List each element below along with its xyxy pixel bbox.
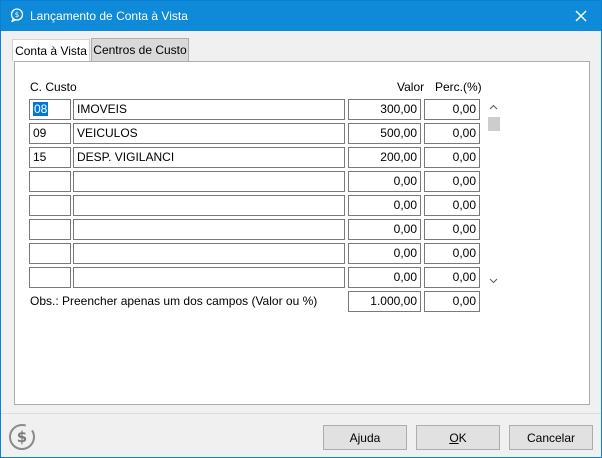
row-7-name[interactable] — [73, 243, 345, 264]
svg-text:$: $ — [17, 428, 27, 446]
selected-text: 08 — [33, 102, 49, 116]
svg-text:$: $ — [15, 11, 19, 19]
row-1-perc[interactable]: 0,00 — [424, 99, 480, 120]
row-8-code[interactable] — [29, 267, 71, 288]
row-1-code[interactable]: 08 — [29, 99, 71, 120]
ok-button[interactable]: OK — [416, 425, 500, 450]
scroll-down-button[interactable] — [486, 273, 501, 288]
tab-conta-a-vista[interactable]: Conta à Vista — [12, 39, 90, 61]
row-5-perc[interactable]: 0,00 — [424, 195, 480, 216]
header-valor: Valor — [397, 80, 425, 94]
row-8-perc[interactable]: 0,00 — [424, 267, 480, 288]
cancel-button[interactable]: Cancelar — [509, 425, 593, 450]
row-4-name[interactable] — [73, 171, 345, 192]
title-bar[interactable]: $ Lançamento de Conta à Vista — [1, 1, 601, 31]
row-2-name[interactable]: VEICULOS — [73, 123, 345, 144]
row-3-valor[interactable]: 200,00 — [348, 147, 421, 168]
row-3-perc[interactable]: 0,00 — [424, 147, 480, 168]
help-button[interactable]: Ajuda — [323, 425, 407, 450]
header-c-custo: C. Custo — [30, 80, 77, 94]
row-6-valor[interactable]: 0,00 — [348, 219, 421, 240]
row-5-valor[interactable]: 0,00 — [348, 195, 421, 216]
footer-separator — [1, 413, 601, 414]
chevron-up-icon — [489, 104, 498, 109]
close-icon — [575, 10, 587, 22]
scroll-up-button[interactable] — [486, 99, 501, 114]
window-title: Lançamento de Conta à Vista — [30, 9, 188, 23]
row-6-name[interactable] — [73, 219, 345, 240]
row-2-perc[interactable]: 0,00 — [424, 123, 480, 144]
row-7-perc[interactable]: 0,00 — [424, 243, 480, 264]
row-6-perc[interactable]: 0,00 — [424, 219, 480, 240]
ok-label-rest: K — [458, 430, 467, 445]
row-4-code[interactable] — [29, 171, 71, 192]
dialog-window: $ Lançamento de Conta à Vista Conta à Vi… — [0, 0, 602, 458]
close-button[interactable] — [561, 1, 601, 31]
grid-scrollbar[interactable] — [486, 99, 501, 288]
total-perc: 0,00 — [424, 291, 480, 312]
scroll-thumb[interactable] — [488, 117, 500, 131]
dollar-coin-icon: $ — [9, 424, 35, 450]
row-2-valor[interactable]: 500,00 — [348, 123, 421, 144]
header-perc: Perc.(%) — [435, 80, 482, 94]
total-valor: 1.000,00 — [348, 291, 421, 312]
row-7-code[interactable] — [29, 243, 71, 264]
row-5-name[interactable] — [73, 195, 345, 216]
row-4-valor[interactable]: 0,00 — [348, 171, 421, 192]
row-8-valor[interactable]: 0,00 — [348, 267, 421, 288]
obs-note: Obs.: Preencher apenas um dos campos (Va… — [30, 294, 318, 308]
row-1-name[interactable]: IMOVEIS — [73, 99, 345, 120]
row-7-valor[interactable]: 0,00 — [348, 243, 421, 264]
chat-icon: $ — [10, 8, 24, 22]
row-8-name[interactable] — [73, 267, 345, 288]
ok-mnemonic: O — [449, 430, 459, 445]
tab-centros-de-custo[interactable]: Centros de Custo — [91, 38, 189, 61]
chevron-down-icon — [489, 278, 498, 283]
row-3-name[interactable]: DESP. VIGILANCI — [73, 147, 345, 168]
row-5-code[interactable] — [29, 195, 71, 216]
row-2-code[interactable]: 09 — [29, 123, 71, 144]
row-3-code[interactable]: 15 — [29, 147, 71, 168]
row-4-perc[interactable]: 0,00 — [424, 171, 480, 192]
row-1-valor[interactable]: 300,00 — [348, 99, 421, 120]
row-6-code[interactable] — [29, 219, 71, 240]
